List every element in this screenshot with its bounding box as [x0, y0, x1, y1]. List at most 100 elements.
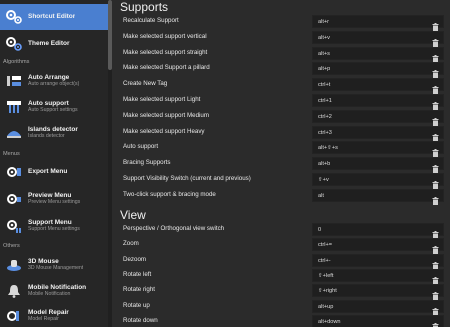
shortcut-row: Bracing Supports alt+b: [112, 157, 450, 174]
sidebar-item-auto-support[interactable]: Auto support Auto Support settings: [0, 95, 108, 119]
shortcut-key-value: 0: [318, 227, 322, 233]
shortcut-key-value: alt+s: [318, 50, 330, 57]
shortcut-label: Make selected support straight: [123, 48, 208, 56]
shortcut-label: Rotate right: [123, 286, 155, 294]
shortcut-row: Make selected support vertical alt+v: [112, 30, 450, 47]
shortcut-row: Support Visibility Switch (current and p…: [112, 173, 450, 189]
shortcut-row: Make selected support Medium ctrl+2: [112, 109, 450, 126]
trash-icon[interactable]: [432, 81, 439, 95]
trash-icon[interactable]: [432, 176, 439, 189]
shortcut-key-field[interactable]: alt+up: [312, 299, 444, 316]
shortcut-editor-panel: Supports Recalculate Support alt+r Make se…: [112, 0, 450, 327]
trash-icon[interactable]: [432, 272, 439, 285]
shortcut-key-value: ctrl+1: [318, 98, 332, 104]
sidebar-item-islands-detector[interactable]: Islands detector Islands detector: [0, 121, 108, 145]
section-label-others: Others: [3, 243, 20, 249]
trash-icon[interactable]: [432, 97, 439, 110]
trash-icon[interactable]: [432, 226, 439, 239]
shortcut-key-field[interactable]: alt+b: [312, 157, 444, 174]
sidebar-item-export-menu[interactable]: Export Menu: [0, 160, 108, 184]
sidebar-item-preview-menu[interactable]: Preview Menu Preview Menu settings: [0, 187, 108, 211]
shortcut-key-field[interactable]: ctrl+2: [312, 109, 444, 126]
bell-icon: [5, 283, 23, 299]
shortcut-key-field[interactable]: alt: [312, 188, 444, 205]
sidebar-item-label: Theme Editor: [28, 40, 70, 48]
sidebar-item-3d-mouse[interactable]: 3D Mouse 3D Mouse Management: [0, 253, 108, 277]
preview-gear-icon: [5, 191, 23, 207]
shortcut-key-field[interactable]: alt+v: [312, 30, 444, 47]
support-gear-icon: [5, 218, 23, 234]
shortcut-row: Two-click support & bracing mode alt: [112, 188, 450, 205]
sidebar-item-model-repair[interactable]: Model Repair Model Repair: [0, 305, 108, 327]
sidebar: Shortcut Editor Theme Editor Algorithms …: [0, 0, 108, 327]
trash-icon[interactable]: [432, 287, 439, 301]
shortcut-key-field[interactable]: alt+⇧+s: [312, 141, 444, 158]
shortcut-key-field[interactable]: ⇧+left: [312, 268, 444, 285]
shortcut-key-value: alt: [318, 192, 324, 199]
shortcut-key-value: alt+up: [318, 303, 334, 310]
shortcut-label: Rotate left: [123, 270, 152, 278]
shortcut-label: Zoom: [123, 240, 139, 248]
sidebar-item-shortcut-editor[interactable]: Shortcut Editor: [0, 4, 108, 30]
shortcut-label: Dezoom: [123, 255, 147, 263]
shortcut-label: Create New Tag: [123, 80, 168, 88]
trash-icon[interactable]: [432, 18, 439, 31]
shortcut-label: Perspective / Orthogonal view switch: [123, 225, 225, 232]
shortcut-label: Rotate down: [123, 316, 158, 324]
shortcut-key-field[interactable]: alt+r: [312, 15, 444, 31]
shortcut-key-value: ⇧+right: [318, 288, 337, 295]
shortcut-row: Make selected support Heavy ctrl+3: [112, 125, 450, 142]
shortcut-row: Rotate down alt+down: [112, 314, 450, 327]
trash-icon[interactable]: [432, 113, 439, 126]
sidebar-item-theme-editor[interactable]: Theme Editor: [0, 32, 108, 56]
shortcut-row: Make selected Support a pillard alt+p: [112, 62, 450, 79]
sidebar-item-auto-arrange[interactable]: Auto Arrange Auto arrange object(s): [0, 69, 108, 93]
shortcut-row: Make selected support straight alt+s: [112, 46, 450, 63]
shortcut-label: Make selected support Heavy: [123, 127, 205, 135]
gear-palette-icon: [5, 36, 23, 52]
section-heading-supports: Supports: [120, 0, 169, 14]
shortcut-key-field[interactable]: ctrl+=: [312, 238, 444, 255]
section-heading-view: View: [120, 208, 146, 222]
shortcut-label: Make selected Support a pillard: [123, 64, 210, 72]
shortcut-key-value: alt+b: [318, 161, 331, 168]
shortcut-label: Make selected support vertical: [123, 32, 207, 40]
shortcut-key-value: alt+⇧+s: [318, 145, 338, 152]
sidebar-item-sublabel: Support Menu settings: [28, 225, 80, 232]
trash-icon[interactable]: [432, 241, 439, 255]
shortcut-key-field[interactable]: alt+s: [312, 46, 444, 63]
shortcut-row: Auto support alt+⇧+s: [112, 141, 450, 158]
trash-icon[interactable]: [432, 50, 439, 63]
trash-icon[interactable]: [432, 129, 439, 142]
trash-icon[interactable]: [432, 65, 439, 79]
shortcut-key-field[interactable]: ctrl+t: [312, 78, 444, 95]
sidebar-item-sublabel: Mobile Notification: [28, 290, 71, 297]
shortcut-row: Recalculate Support alt+r: [112, 15, 450, 31]
shortcut-row: Zoom ctrl+=: [112, 238, 450, 255]
trash-icon[interactable]: [432, 160, 439, 174]
shortcut-key-value: alt+p: [318, 66, 331, 73]
shortcut-label: Support Visibility Switch (current and p…: [123, 175, 251, 182]
shortcut-key-field[interactable]: ⇧+right: [312, 284, 444, 301]
trash-icon[interactable]: [432, 257, 439, 270]
shortcut-key-field[interactable]: ⇧+v: [312, 173, 444, 189]
sidebar-item-mobile-notification[interactable]: Mobile Notification Mobile Notification: [0, 280, 108, 302]
trash-icon[interactable]: [432, 303, 439, 316]
shortcut-label: Auto support: [123, 143, 159, 151]
trash-icon[interactable]: [432, 144, 439, 158]
shortcut-key-field[interactable]: alt+p: [312, 62, 444, 79]
sidebar-item-support-menu[interactable]: Support Menu Support Menu settings: [0, 214, 108, 238]
shortcut-key-field[interactable]: ctrl+3: [312, 125, 444, 142]
trash-icon[interactable]: [432, 34, 439, 47]
shortcut-key-field[interactable]: alt+down: [312, 314, 444, 327]
shortcut-key-field[interactable]: 0: [312, 223, 444, 239]
shortcut-key-field[interactable]: ctrl+1: [312, 94, 444, 110]
trash-icon[interactable]: [432, 192, 439, 205]
repair-icon: [5, 308, 23, 324]
shortcut-key-field[interactable]: ctrl+-: [312, 253, 444, 270]
shortcut-key-value: ctrl+t: [318, 82, 331, 89]
shortcut-key-value: ⇧+v: [318, 177, 329, 183]
shortcut-label: Bracing Supports: [123, 159, 171, 167]
sidebar-item-label: Shortcut Editor: [28, 13, 76, 21]
trash-icon[interactable]: [432, 318, 439, 327]
